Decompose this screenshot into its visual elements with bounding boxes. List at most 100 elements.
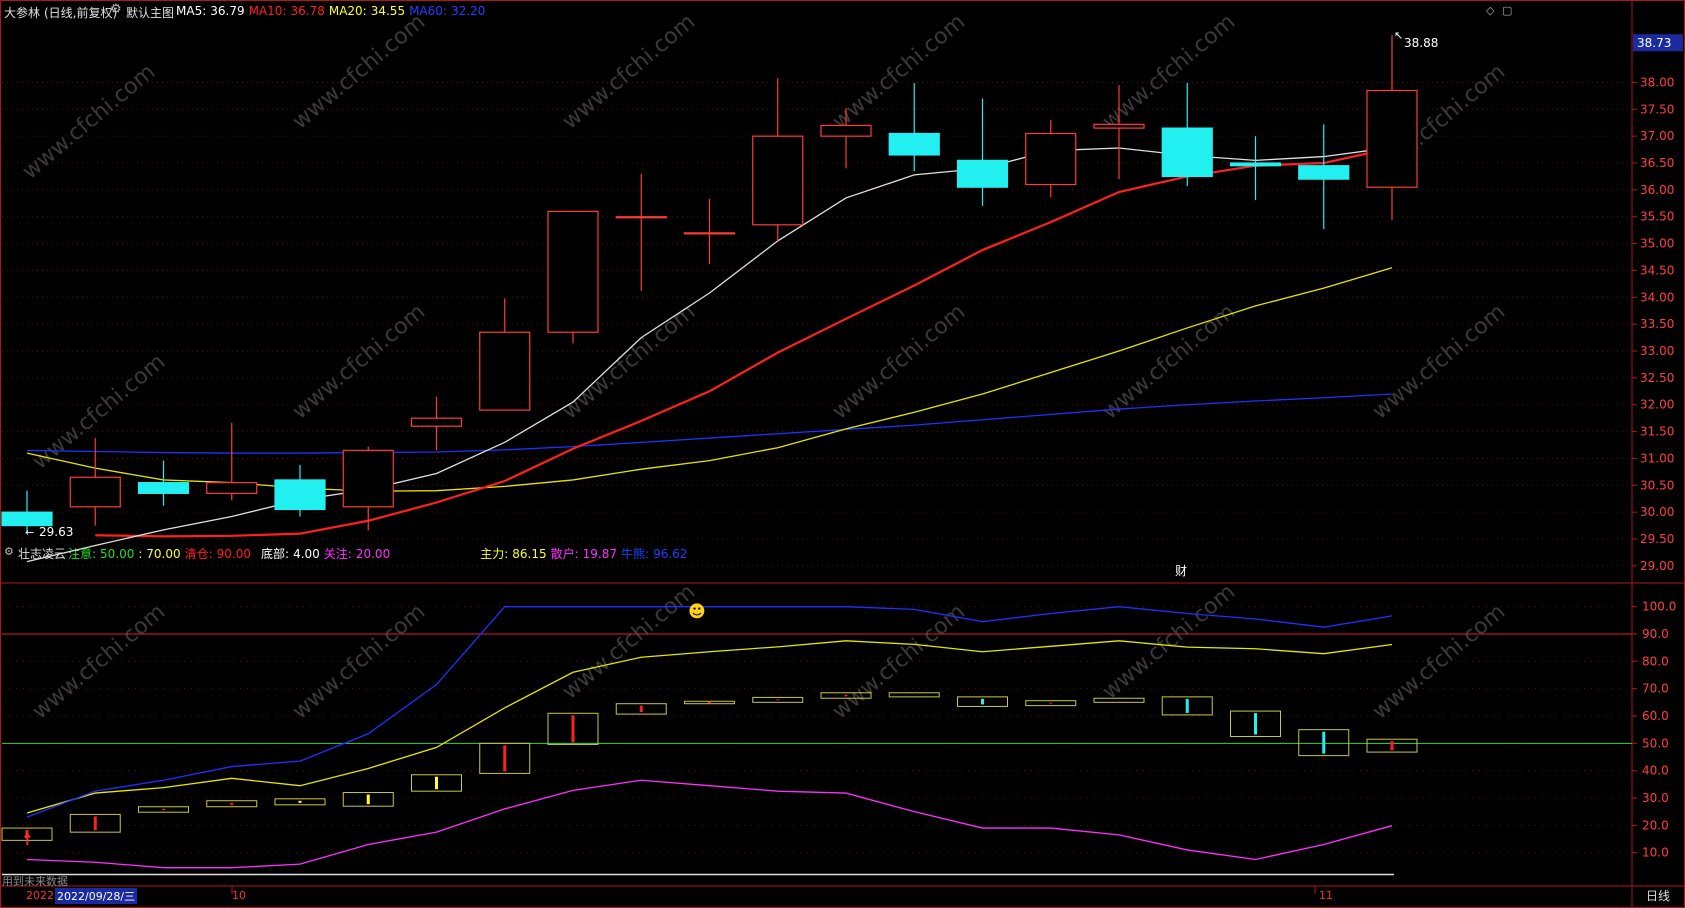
- price-tick-label: 31.00: [1640, 451, 1674, 465]
- candle-body: [1, 511, 53, 527]
- watermark-text: www.cfchi.com: [18, 59, 160, 184]
- smiley-icon: ☻: [688, 602, 706, 622]
- candle: [1366, 35, 1418, 220]
- indicator-tick-label: 80.0: [1642, 654, 1669, 668]
- indicator-bar: [1298, 729, 1350, 757]
- candle-body: [1093, 123, 1145, 129]
- current-price-label: 38.73: [1637, 36, 1671, 50]
- high-arrow-icon: ↖: [1394, 29, 1403, 42]
- low-arrow-icon: ←: [25, 526, 34, 539]
- candle-body: [1298, 165, 1350, 180]
- candle-body: [479, 331, 531, 411]
- indicator-tick-label: 30.0: [1642, 791, 1669, 805]
- indicator-bar: [1161, 696, 1213, 716]
- month-10-label: 10: [232, 889, 246, 902]
- candle-body: [683, 232, 736, 235]
- watermark-text: www.cfchi.com: [558, 9, 700, 134]
- indicator-tick-label: 40.0: [1642, 764, 1669, 778]
- candle-body: [752, 135, 804, 226]
- month-11-label: 11: [1319, 889, 1333, 902]
- candle-body: [888, 132, 940, 156]
- indicator-bar: [1366, 738, 1418, 753]
- price-tick-label: 30.00: [1640, 505, 1674, 519]
- candle-body: [820, 124, 872, 137]
- indicator-series-line: [26, 640, 1393, 814]
- year-label: 2022: [26, 889, 54, 902]
- price-tick-label: 35.00: [1640, 237, 1674, 251]
- candle: [206, 423, 258, 501]
- chart-svg: www.cfchi.com www.cfchi.com www.cfchi.com w…: [0, 0, 1685, 908]
- watermark-text: www.cfchi.com: [828, 9, 970, 134]
- price-tick-label: 37.00: [1640, 129, 1674, 143]
- indicator-bar: [69, 813, 121, 833]
- candle-body: [1025, 132, 1077, 186]
- indicator-bar: [1025, 700, 1077, 707]
- indicator-tick-label: 50.0: [1642, 736, 1669, 750]
- candle-body: [410, 417, 463, 427]
- price-tick-label: 37.50: [1640, 102, 1674, 116]
- period-button[interactable]: 日线: [1646, 887, 1670, 904]
- indicator-bar: [411, 774, 462, 792]
- candle-body: [342, 449, 394, 508]
- candle: [956, 98, 1009, 206]
- chart-app: 大参林 (日线,前复权) ⚙ 默认主图 MA5: 36.79 MA10: 36.78 M…: [0, 0, 1685, 908]
- indicator-tick-label: 10.0: [1642, 846, 1669, 860]
- indicator-bar: [274, 798, 326, 806]
- indicator-bar: [615, 703, 667, 715]
- candle: [1298, 124, 1350, 230]
- indicator-tick-label: 70.0: [1642, 682, 1669, 696]
- indicator-tick-label: 60.0: [1642, 709, 1669, 723]
- candle: [888, 82, 940, 172]
- price-tick-label: 31.50: [1640, 425, 1674, 439]
- price-tick-label: 36.00: [1640, 183, 1674, 197]
- candle-body: [274, 479, 326, 511]
- high-annotation: 38.88: [1404, 36, 1438, 50]
- candle: [342, 446, 394, 531]
- future-data-note: 用到未来数据: [2, 875, 68, 888]
- indicator-bar: [684, 700, 735, 705]
- price-tick-label: 29.00: [1640, 559, 1674, 573]
- price-tick-label: 33.00: [1640, 344, 1674, 358]
- candle: [1161, 82, 1213, 187]
- watermark-text: www.cfchi.com: [28, 349, 170, 474]
- price-tick-label: 32.50: [1640, 371, 1674, 385]
- watermark-text: www.cfchi.com: [558, 579, 700, 704]
- candle: [1025, 120, 1077, 198]
- candle-body: [1366, 89, 1418, 188]
- indicator-bar: [342, 792, 394, 807]
- indicator-tick-label: 100.0: [1642, 600, 1676, 614]
- indicator-bar: [547, 712, 599, 745]
- indicator-tick-label: 20.0: [1642, 818, 1669, 832]
- cursor-date: 2022/09/28/三: [55, 888, 138, 904]
- price-tick-label: 32.00: [1640, 398, 1674, 412]
- indicator-bar: [206, 800, 258, 808]
- indicator-tick-label: 90.0: [1642, 627, 1669, 641]
- price-tick-label: 33.50: [1640, 317, 1674, 331]
- watermark-text: www.cfchi.com: [288, 599, 430, 724]
- candle: [410, 396, 463, 451]
- candle: [479, 298, 531, 411]
- candle-body: [615, 216, 667, 219]
- candle-body: [206, 482, 258, 494]
- low-annotation: 29.63: [39, 525, 73, 539]
- indicator-bar: [1230, 710, 1281, 738]
- watermark-text: www.cfchi.com: [28, 599, 170, 724]
- indicator-bar: [479, 742, 531, 774]
- indicator-bar: [957, 696, 1008, 707]
- watermark-text: www.cfchi.com: [828, 599, 970, 724]
- candle-body: [1161, 127, 1213, 178]
- indicator-bar: [752, 696, 804, 703]
- candle-body: [137, 482, 190, 494]
- candle-body: [956, 159, 1009, 188]
- price-tick-label: 38.00: [1640, 75, 1674, 89]
- candle: [615, 173, 667, 291]
- watermark-text: www.cfchi.com: [288, 9, 430, 134]
- candle-body: [69, 476, 121, 508]
- price-tick-label: 36.50: [1640, 156, 1674, 170]
- up-arrow-icon: ↑: [21, 831, 34, 849]
- price-tick-label: 34.00: [1640, 290, 1674, 304]
- price-tick-label: 35.50: [1640, 210, 1674, 224]
- watermark-text: www.cfchi.com: [1098, 579, 1240, 704]
- candle: [683, 199, 736, 265]
- candle: [274, 464, 326, 517]
